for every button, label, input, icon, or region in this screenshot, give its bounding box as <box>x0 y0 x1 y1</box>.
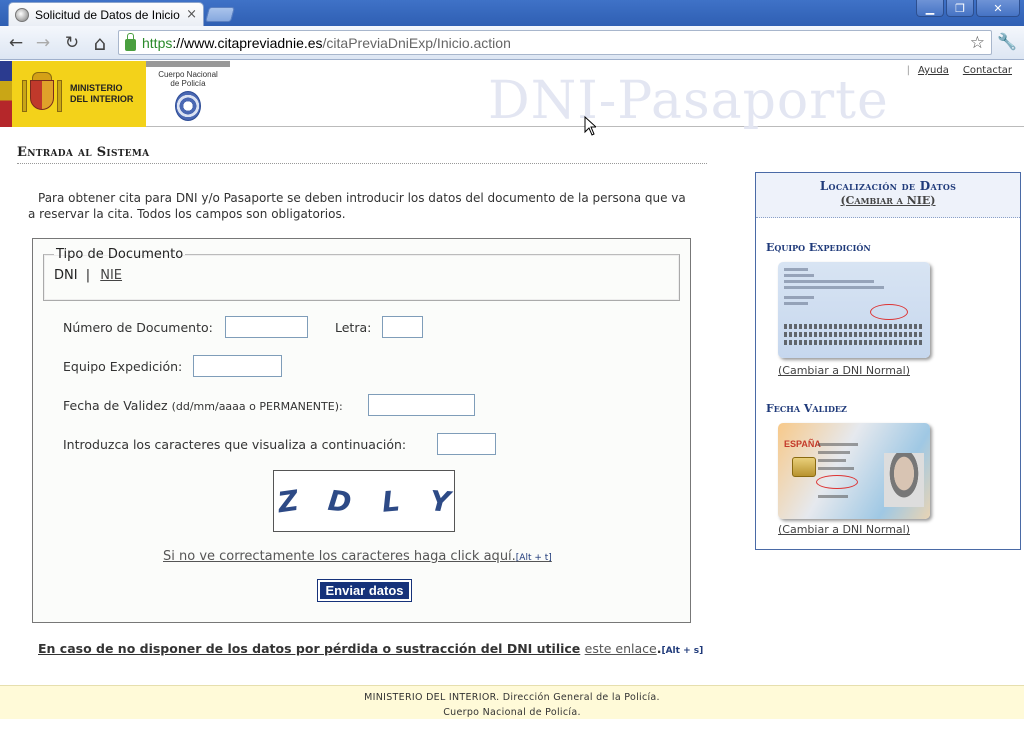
maximize-button[interactable]: ❐ <box>946 0 974 17</box>
captcha-char: Y <box>428 483 451 519</box>
coat-of-arms-icon <box>20 70 64 118</box>
footer-line-2: Cuerpo Nacional de Policía. <box>443 707 581 718</box>
eu-flag-strip <box>0 61 12 127</box>
letter-input[interactable] <box>382 316 423 338</box>
portrait-photo <box>884 453 924 507</box>
browser-titlebar: Solicitud de Datos de Inicio de × ▁ ❐ ✕ <box>0 0 1024 26</box>
url-host: ://www.citapreviadnie.es <box>172 34 323 51</box>
captcha-char: L <box>380 483 401 519</box>
new-tab-button[interactable] <box>204 7 236 22</box>
nie-option-link[interactable]: NIE <box>100 268 122 283</box>
top-links: | Ayuda Contactar <box>907 65 1012 76</box>
panel-header: Localización de Datos (Cambiar a NIE) <box>756 173 1020 218</box>
refresh-captcha-link[interactable]: Si no ve correctamente los caracteres ha… <box>163 549 552 564</box>
url-scheme: https <box>142 34 173 51</box>
forward-arrow-icon[interactable]: → <box>32 32 54 54</box>
police-name-line2: de Policía <box>170 79 206 88</box>
browser-tab-active[interactable]: Solicitud de Datos de Inicio de × <box>8 2 204 26</box>
wrench-icon[interactable]: 🔧 <box>997 32 1017 51</box>
globe-icon <box>15 7 29 22</box>
intro-text: Para obtener cita para DNI y/o Pasaporte… <box>28 191 686 221</box>
ministry-name: MINISTERIO DEL INTERIOR <box>70 83 134 104</box>
login-form: Tipo de Documento DNI | NIE Número de Do… <box>32 238 691 623</box>
validity-section-title: Fecha Validez <box>766 402 847 415</box>
letter-label: Letra: <box>335 320 372 335</box>
site-banner: MINISTERIO DEL INTERIOR Cuerpo Nacional … <box>0 61 1024 127</box>
switch-to-normal-dni-link[interactable]: (Cambiar a DNI Normal) <box>778 364 910 377</box>
banner-watermark: DNI-Pasaporte <box>488 71 889 131</box>
captcha-char: Z <box>275 483 301 519</box>
police-name-line1: Cuerpo Nacional <box>158 70 218 79</box>
captcha-accesskey: [Alt + t] <box>515 553 552 563</box>
refresh-captcha-text[interactable]: Si no ve correctamente los caracteres ha… <box>163 549 516 564</box>
document-type-legend: Tipo de Documento <box>56 247 184 262</box>
option-separator: | <box>85 268 91 283</box>
loss-link[interactable]: este enlace <box>585 641 657 656</box>
loss-notice: En caso de no disponer de los datos por … <box>38 641 703 656</box>
team-section-title: Equipo Expedición <box>766 241 871 254</box>
mouse-cursor-icon <box>584 116 596 136</box>
document-type-options: DNI | NIE <box>54 268 679 283</box>
reload-icon[interactable]: ↻ <box>61 32 83 54</box>
validity-label: Fecha de Validez (dd/mm/aaaa o PERMANENT… <box>63 398 343 413</box>
footer-line-1: MINISTERIO DEL INTERIOR. Dirección Gener… <box>364 692 660 703</box>
dni-back-image <box>778 262 930 358</box>
card-country: ESPAÑA <box>784 439 821 449</box>
team-label: Equipo Expedición: <box>63 359 183 374</box>
minimize-button[interactable]: ▁ <box>916 0 944 17</box>
captcha-char: D <box>326 483 354 519</box>
team-input[interactable] <box>193 355 282 377</box>
data-location-panel: Localización de Datos (Cambiar a NIE) Eq… <box>755 172 1021 550</box>
validity-input[interactable] <box>368 394 475 416</box>
home-icon[interactable]: ⌂ <box>89 31 111 55</box>
window-controls: ▁ ❐ ✕ <box>916 0 1020 17</box>
divider: | <box>906 65 910 76</box>
ministry-logo: MINISTERIO DEL INTERIOR <box>12 61 146 127</box>
captcha-input[interactable] <box>437 433 496 455</box>
validity-hint: (dd/mm/aaaa o PERMANENTE): <box>171 400 343 413</box>
close-window-button[interactable]: ✕ <box>976 0 1020 17</box>
doc-number-input[interactable] <box>225 316 308 338</box>
page-content: MINISTERIO DEL INTERIOR Cuerpo Nacional … <box>0 61 1024 738</box>
switch-to-normal-dni-link-2[interactable]: (Cambiar a DNI Normal) <box>778 523 910 536</box>
title-divider <box>17 163 707 164</box>
browser-toolbar: ← → ↻ ⌂ https://www.citapreviadnie.es/ci… <box>0 26 1024 60</box>
document-type-fieldset: Tipo de Documento DNI | NIE <box>43 247 680 301</box>
bookmark-star-icon[interactable]: ☆ <box>970 33 985 53</box>
captcha-image: Z D L Y <box>273 470 455 532</box>
police-logo: Cuerpo Nacional de Policía <box>146 61 230 127</box>
validity-label-text: Fecha de Validez <box>63 398 168 413</box>
url-path: /citaPreviaDniExp/Inicio.action <box>322 34 511 51</box>
tab-title: Solicitud de Datos de Inicio de <box>35 7 180 22</box>
page-title: Entrada al Sistema <box>17 145 150 160</box>
help-link[interactable]: Ayuda <box>918 65 949 76</box>
loss-text: En caso de no disponer de los datos por … <box>38 641 581 656</box>
dni-option: DNI <box>54 268 78 283</box>
panel-title: Localización de Datos <box>819 179 957 193</box>
switch-to-nie-link[interactable]: (Cambiar a NIE) <box>756 194 1020 207</box>
address-bar[interactable]: https://www.citapreviadnie.es/citaPrevia… <box>118 30 992 55</box>
close-tab-icon[interactable]: × <box>186 7 197 22</box>
police-badge-icon <box>175 91 201 121</box>
loss-accesskey: [Alt + s] <box>661 646 704 656</box>
lock-icon <box>125 32 136 51</box>
back-arrow-icon[interactable]: ← <box>5 32 27 54</box>
chip-icon <box>792 457 816 477</box>
captcha-label: Introduzca los caracteres que visualiza … <box>63 437 407 452</box>
doc-number-label: Número de Documento: <box>63 320 213 335</box>
contact-link[interactable]: Contactar <box>963 65 1012 76</box>
submit-button[interactable]: Enviar datos <box>317 579 412 602</box>
page-footer: MINISTERIO DEL INTERIOR. Dirección Gener… <box>0 685 1024 719</box>
dni-front-image: ESPAÑA <box>778 423 930 519</box>
